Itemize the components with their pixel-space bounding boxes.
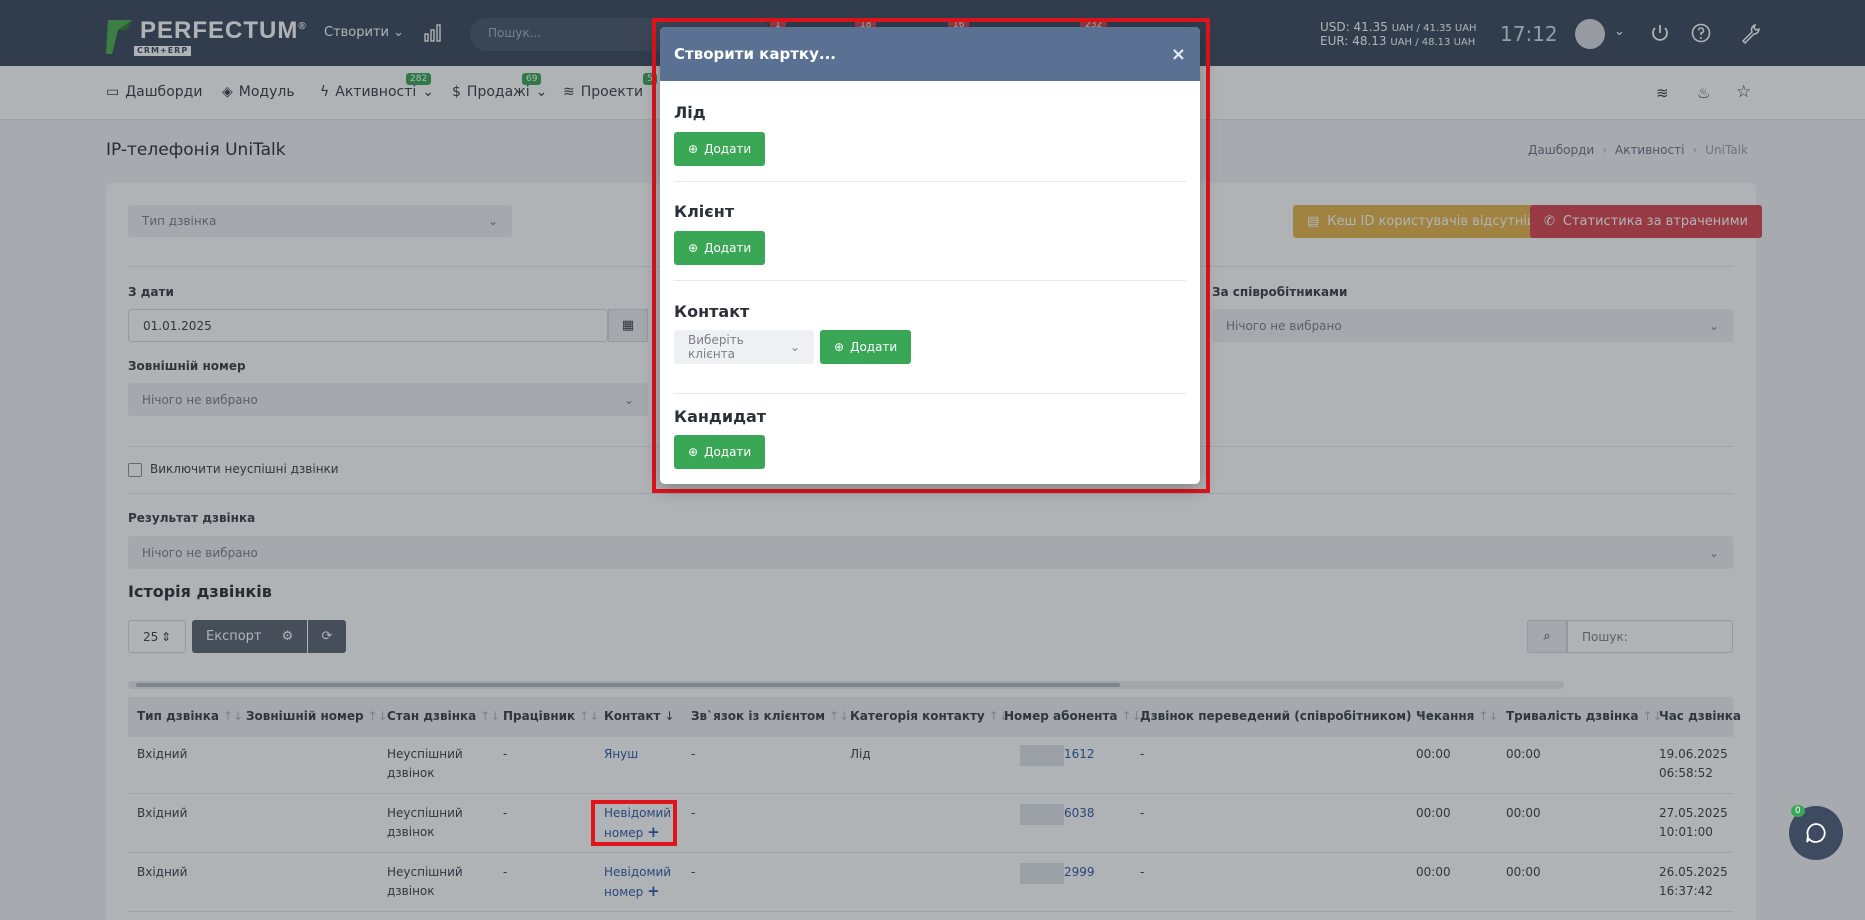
button-label: Додати [704,241,752,255]
plus-circle-icon: ⊕ [834,340,845,354]
section-title-contact: Контакт [674,302,750,321]
section-title-candidate: Кандидат [674,407,767,426]
select-value: Виберіть клієнта [688,333,744,361]
add-client-button[interactable]: ⊕ Додати [674,231,766,265]
select-client-dropdown[interactable]: Виберіть клієнта ⌄ [674,330,814,364]
divider [674,181,1186,182]
button-label: Додати [704,445,752,459]
close-icon[interactable]: × [1171,44,1186,65]
button-label: Додати [704,142,752,156]
add-candidate-button[interactable]: ⊕ Додати [674,435,766,469]
highlight-box [591,800,677,846]
chevron-down-icon: ⌄ [789,340,800,354]
divider [674,280,1186,281]
modal-header: Створити картку... × [660,27,1200,81]
section-title-lead: Лід [674,103,706,122]
modal-title: Створити картку... [674,45,836,63]
add-contact-button[interactable]: ⊕ Додати [820,330,912,364]
chat-badge: 0 [1791,805,1805,817]
plus-circle-icon: ⊕ [688,241,699,255]
divider [674,393,1186,394]
plus-circle-icon: ⊕ [688,142,699,156]
section-title-client: Клієнт [674,202,735,221]
add-lead-button[interactable]: ⊕ Додати [674,132,766,166]
button-label: Додати [850,340,898,354]
plus-circle-icon: ⊕ [688,445,699,459]
create-card-modal: Створити картку... × Лід ⊕ Додати Клієнт … [660,27,1200,484]
chat-bubble-icon [1806,823,1826,843]
